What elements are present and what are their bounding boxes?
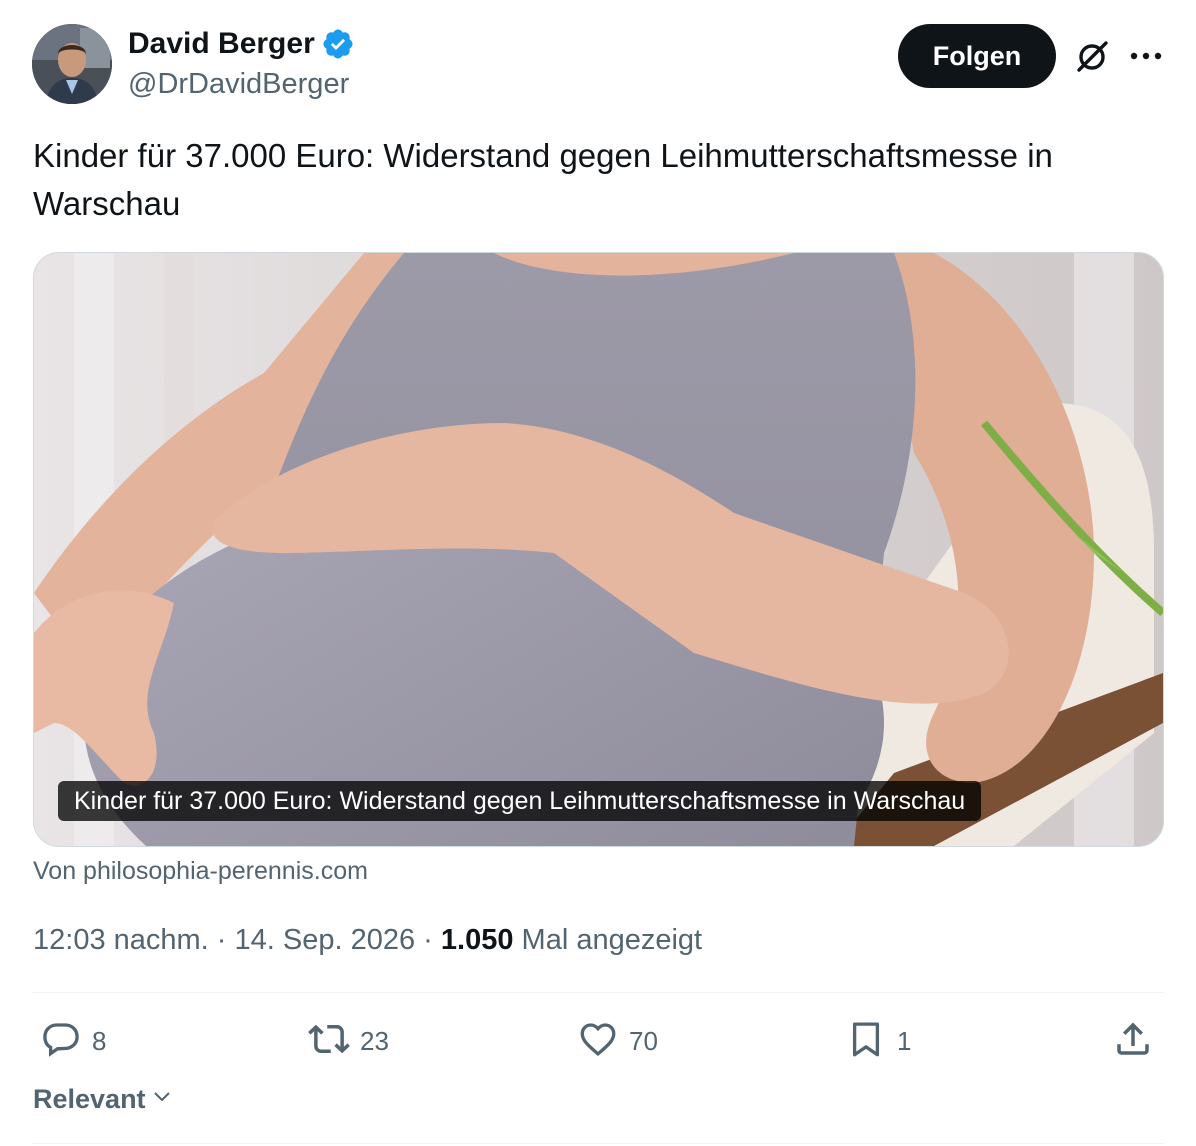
card-caption: Kinder für 37.000 Euro: Widerstand gegen…: [58, 781, 982, 821]
tweet-time[interactable]: 12:03 nachm.: [33, 924, 209, 956]
meta-separator: ·: [208, 924, 235, 956]
repost-count: 23: [360, 1025, 389, 1056]
card-source[interactable]: Von philosophia-perennis.com: [33, 854, 368, 888]
divider: [32, 1143, 1164, 1144]
views-count: 1.050: [440, 924, 514, 956]
bookmark-icon: [845, 1018, 887, 1065]
divider: [32, 992, 1164, 993]
reply-button[interactable]: 8: [40, 1018, 106, 1064]
heart-icon: [577, 1018, 619, 1065]
grok-icon[interactable]: [1070, 34, 1114, 78]
card-image: [34, 253, 1163, 846]
tweet-date[interactable]: 14. Sep. 2026: [235, 924, 416, 956]
repost-button[interactable]: 23: [308, 1018, 389, 1064]
meta-separator: ·: [415, 924, 441, 956]
tweet-detail: David Berger @DrDavidBerger Folgen Kinde…: [0, 0, 1196, 1146]
author-name[interactable]: David Berger: [128, 26, 315, 62]
avatar-image: [32, 24, 112, 104]
chevron-down-icon: [150, 1084, 174, 1115]
like-count: 70: [629, 1025, 658, 1056]
tweet-meta: 12:03 nachm. · 14. Sep. 2026 · 1.050 Mal…: [33, 920, 702, 960]
share-button[interactable]: [1112, 1018, 1154, 1064]
verified-badge-icon[interactable]: [321, 27, 355, 61]
bookmark-count: 1: [897, 1025, 912, 1056]
follow-button[interactable]: Folgen: [898, 24, 1056, 88]
author-handle[interactable]: @DrDavidBerger: [128, 66, 349, 102]
sort-dropdown[interactable]: Relevant: [33, 1084, 174, 1115]
share-icon: [1112, 1018, 1154, 1065]
link-card[interactable]: Kinder für 37.000 Euro: Widerstand gegen…: [33, 252, 1164, 847]
tweet-text: Kinder für 37.000 Euro: Widerstand gegen…: [33, 137, 1053, 222]
author-avatar[interactable]: [32, 24, 112, 104]
sort-label: Relevant: [33, 1084, 146, 1114]
more-icon[interactable]: [1124, 34, 1168, 78]
like-button[interactable]: 70: [577, 1018, 658, 1064]
views-label: Mal angezeigt: [513, 924, 703, 956]
author-name-row: David Berger: [128, 26, 355, 62]
reply-icon: [40, 1018, 82, 1065]
bookmark-button[interactable]: 1: [845, 1018, 911, 1064]
reply-count: 8: [92, 1025, 107, 1056]
repost-icon: [308, 1018, 350, 1065]
